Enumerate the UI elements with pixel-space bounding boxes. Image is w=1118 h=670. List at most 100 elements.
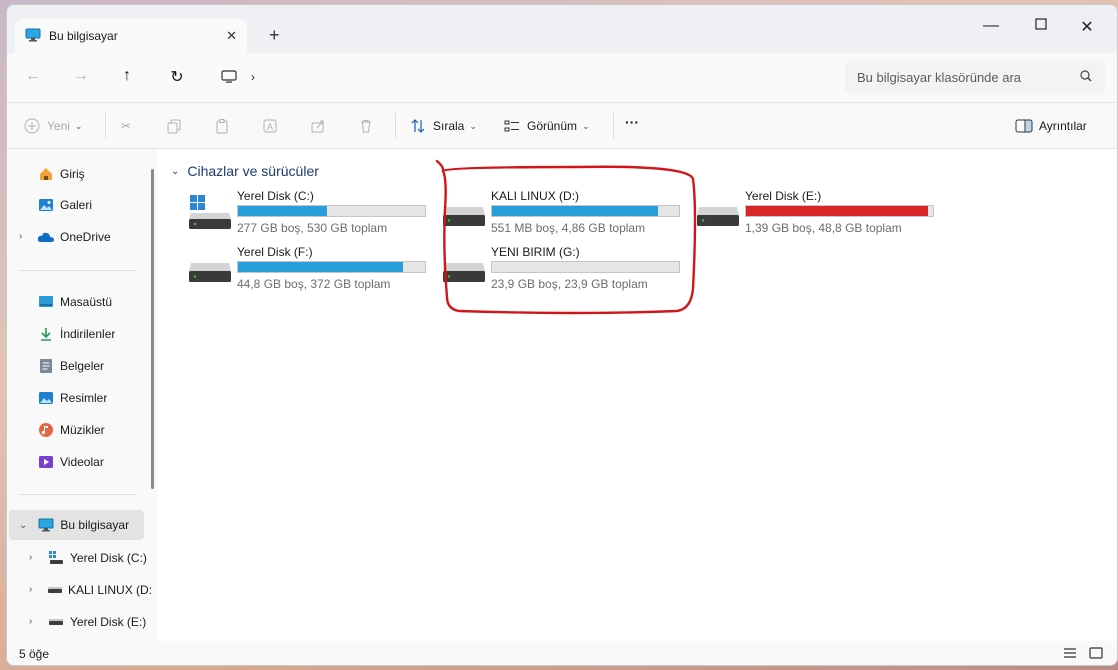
arrow-left-icon: ← xyxy=(25,67,41,84)
minimize-button[interactable]: — xyxy=(971,17,1011,35)
sidebar-scrollbar[interactable] xyxy=(151,169,154,489)
toolbar-divider xyxy=(395,113,396,139)
chevron-right-icon[interactable]: › xyxy=(19,231,22,242)
usage-bar xyxy=(491,205,680,217)
share-icon xyxy=(309,117,327,135)
sidebar-item-label: Yerel Disk (E:) xyxy=(70,615,147,629)
drive-space-info: 277 GB boş, 530 GB toplam xyxy=(237,221,388,235)
plus-circle-icon xyxy=(23,117,41,135)
drive-tile-g[interactable]: YENI BIRIM (G:) 23,9 GB boş, 23,9 GB top… xyxy=(441,245,691,295)
close-window-button[interactable]: ✕ xyxy=(1067,17,1107,37)
sidebar-item-pictures[interactable]: Resimler xyxy=(37,383,177,413)
usage-bar xyxy=(491,261,680,273)
drive-tile-c[interactable]: Yerel Disk (C:) 277 GB boş, 530 GB topla… xyxy=(187,189,437,239)
sidebar-item-onedrive[interactable]: OneDrive xyxy=(37,222,177,252)
title-bar: Bu bilgisayar ✕ + — ✕ xyxy=(7,5,1117,53)
chevron-down-icon: ⌄ xyxy=(469,120,477,131)
sort-button[interactable]: Sırala ⌄ xyxy=(409,117,477,135)
drive-name: Yerel Disk (E:) xyxy=(745,189,822,203)
gallery-icon xyxy=(37,196,55,214)
list-view-icon xyxy=(1064,648,1076,658)
sidebar-item-downloads[interactable]: İndirilenler xyxy=(37,319,177,349)
delete-button[interactable] xyxy=(357,117,381,135)
sidebar-item-drive-d[interactable]: KALI LINUX (D: xyxy=(47,575,151,605)
details-label: Ayrıntılar xyxy=(1039,119,1087,133)
tiles-view-button[interactable] xyxy=(1089,647,1103,662)
forward-button[interactable]: → xyxy=(69,67,93,85)
usage-bar xyxy=(237,261,426,273)
refresh-button[interactable]: ↻ xyxy=(165,67,189,87)
chevron-down-icon[interactable]: ⌄ xyxy=(19,520,27,531)
usage-bar-fill xyxy=(238,262,403,272)
share-button[interactable] xyxy=(309,117,333,135)
minimize-icon: — xyxy=(983,17,999,34)
drive-icon xyxy=(47,581,63,599)
paste-button[interactable] xyxy=(213,117,237,135)
plus-icon: + xyxy=(269,25,280,45)
group-header[interactable]: ⌄ Cihazlar ve sürücüler xyxy=(171,163,319,179)
toolbar-divider xyxy=(613,113,614,139)
rename-icon: A xyxy=(261,117,279,135)
chevron-down-icon: ⌄ xyxy=(582,120,590,131)
sidebar-item-this-pc[interactable]: ⌄ Bu bilgisayar xyxy=(9,510,144,540)
view-button[interactable]: Görünüm ⌄ xyxy=(503,117,590,135)
details-pane-icon xyxy=(1015,117,1033,135)
chevron-down-icon: ⌄ xyxy=(171,165,180,177)
sidebar-item-drive-e[interactable]: Yerel Disk (E:) xyxy=(47,607,151,637)
view-icon xyxy=(503,117,521,135)
sidebar-item-gallery[interactable]: Galeri xyxy=(37,190,177,220)
sidebar-item-label: Galeri xyxy=(60,198,93,212)
scissors-icon: ✂ xyxy=(120,119,132,133)
search-icon xyxy=(1080,70,1092,82)
drive-space-info: 44,8 GB boş, 372 GB toplam xyxy=(237,277,391,291)
chevron-down-icon: ⌄ xyxy=(74,120,83,131)
drive-tile-e[interactable]: Yerel Disk (E:) 1,39 GB boş, 48,8 GB top… xyxy=(695,189,945,239)
chevron-right-icon[interactable]: › xyxy=(29,584,32,595)
search-input[interactable]: Bu bilgisayar klasöründe ara xyxy=(845,61,1105,93)
more-icon: ··· xyxy=(625,114,639,130)
computer-icon xyxy=(25,28,41,45)
address-row: ← → ↑ ↻ › Bu bilgisayar klasöründe ara xyxy=(7,53,1117,103)
tab-this-pc[interactable]: Bu bilgisayar ✕ xyxy=(15,19,247,53)
sidebar-item-home[interactable]: Giriş xyxy=(37,159,177,189)
sidebar-item-videos[interactable]: Videolar xyxy=(37,447,177,477)
sidebar-item-label: Masaüstü xyxy=(60,295,113,309)
drive-name: Yerel Disk (F:) xyxy=(237,245,313,259)
drive-icon xyxy=(443,263,485,282)
back-button[interactable]: ← xyxy=(21,67,45,85)
new-button[interactable]: Yeni ⌄ xyxy=(23,117,82,135)
close-icon[interactable]: ✕ xyxy=(226,28,237,44)
sidebar-item-documents[interactable]: Belgeler xyxy=(37,351,177,381)
close-icon: ✕ xyxy=(1080,19,1094,36)
toolbar-divider xyxy=(105,113,106,139)
drive-space-info: 23,9 GB boş, 23,9 GB toplam xyxy=(491,277,648,291)
more-options-button[interactable]: ··· xyxy=(625,114,639,130)
usage-bar xyxy=(237,205,426,217)
computer-icon xyxy=(37,516,55,534)
details-view-button[interactable] xyxy=(1063,647,1077,662)
new-tab-button[interactable]: + xyxy=(269,25,280,45)
drive-tile-f[interactable]: Yerel Disk (F:) 44,8 GB boş, 372 GB topl… xyxy=(187,245,437,295)
sort-icon xyxy=(409,117,427,135)
chevron-right-icon[interactable]: › xyxy=(29,552,32,563)
cut-button[interactable]: ✂ xyxy=(117,117,141,135)
up-button[interactable]: ↑ xyxy=(115,67,139,85)
sidebar-item-label: Resimler xyxy=(60,391,108,405)
maximize-button[interactable] xyxy=(1021,17,1061,35)
chevron-right-icon[interactable]: › xyxy=(251,70,255,84)
sidebar-item-label: Videolar xyxy=(60,455,104,469)
address-bar[interactable]: › xyxy=(215,61,839,93)
copy-button[interactable] xyxy=(165,117,189,135)
rename-button[interactable]: A xyxy=(261,117,285,135)
command-bar: Yeni ⌄ ✂ A Sırala ⌄ Görünüm ⌄ ··· Ayrınt… xyxy=(7,103,1117,149)
details-pane-button[interactable]: Ayrıntılar xyxy=(1015,117,1087,135)
sidebar-item-desktop[interactable]: Masaüstü xyxy=(37,287,177,317)
sidebar-item-drive-c[interactable]: Yerel Disk (C:) xyxy=(47,543,151,573)
drive-name: YENI BIRIM (G:) xyxy=(491,245,580,259)
pictures-icon xyxy=(37,389,55,407)
chevron-right-icon[interactable]: › xyxy=(29,616,32,627)
sidebar-item-music[interactable]: Müzikler xyxy=(37,415,177,445)
drive-tile-d[interactable]: KALI LINUX (D:) 551 MB boş, 4,86 GB topl… xyxy=(441,189,691,239)
navigation-pane: Giriş Galeri › OneDrive Masaüstü İndiril… xyxy=(7,149,172,641)
windows-drive-icon xyxy=(189,195,231,229)
